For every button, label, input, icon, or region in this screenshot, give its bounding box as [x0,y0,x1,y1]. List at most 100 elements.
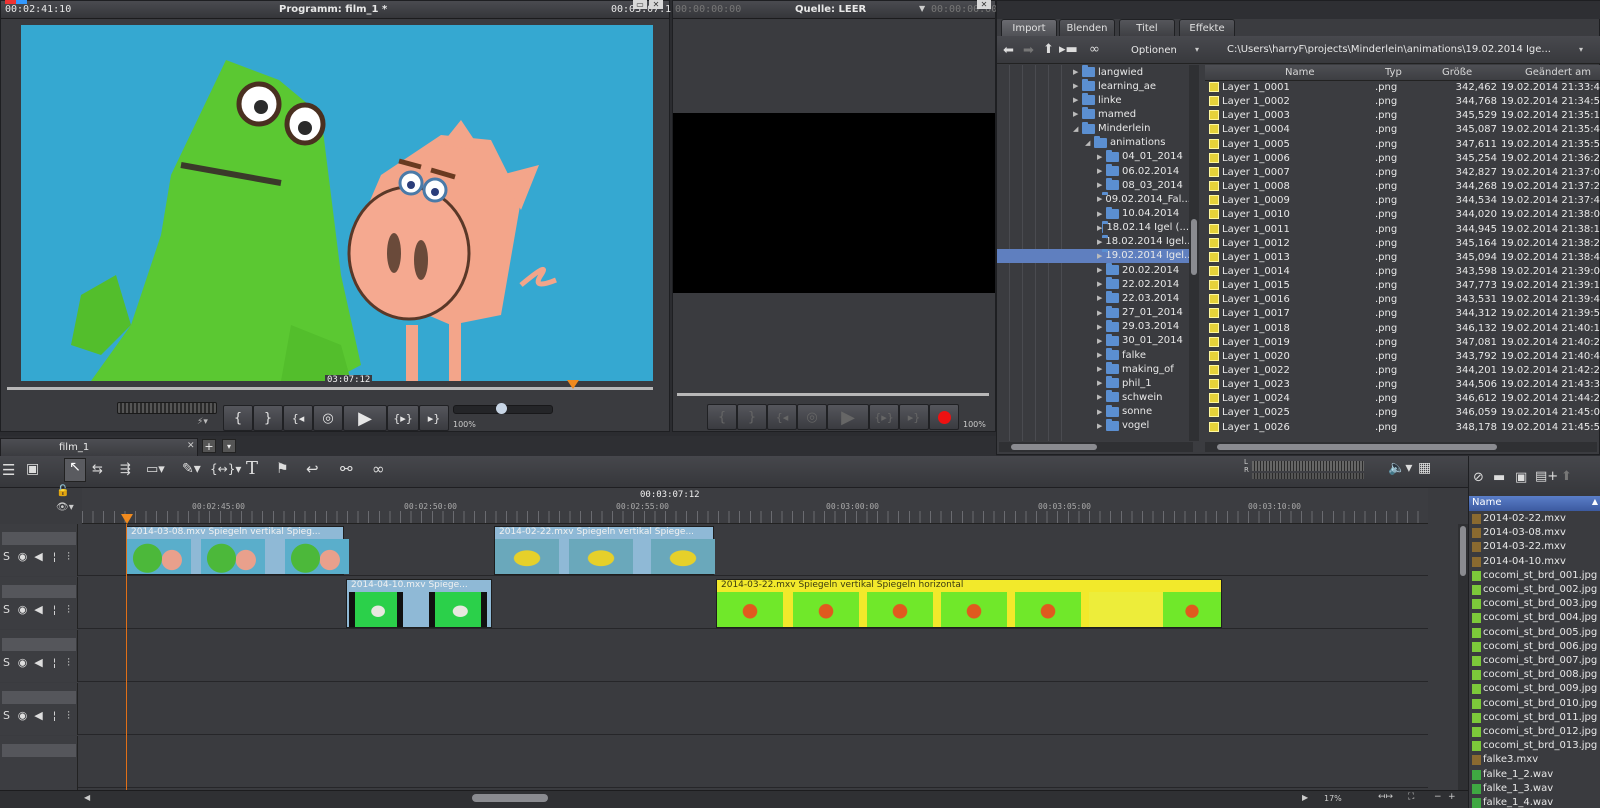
path-dropdown-icon[interactable]: ▾ [1579,45,1583,54]
folder-tree-item[interactable]: ▶ 04_01_2014 [997,149,1189,164]
bin-item[interactable]: 2014-03-08.mxv [1469,526,1600,540]
file-row[interactable]: Layer 1_0016 .png 343,531 19.02.2014 21:39:… [1205,293,1600,307]
go-to-in-button[interactable]: {◂ [283,405,313,431]
program-scrub-track[interactable] [7,387,653,390]
timeline-playhead-marker-icon[interactable] [121,514,133,524]
link-icon[interactable]: ⚯ [340,460,353,478]
set-in-button[interactable]: { [223,405,253,431]
mute-icon[interactable]: ◀ [32,550,45,563]
track-name-field[interactable] [2,744,76,757]
source-close-icon[interactable]: ✕ [977,0,991,9]
file-row[interactable]: Layer 1_0015 .png 347,773 19.02.2014 21:39:… [1205,279,1600,293]
add-tab-button[interactable]: + [202,439,216,453]
back-arrow-icon[interactable]: ⬅ [1003,43,1014,58]
track-options-icon[interactable]: ⫶ [62,709,75,722]
track-lock-icon[interactable]: ¦ [48,603,61,616]
bin-item[interactable]: 2014-02-22.mxv [1469,512,1600,526]
folder-tree-item[interactable]: ▶ 22.02.2014 [997,277,1189,291]
timeline-clip[interactable]: 2014-03-08.mxv Spiegeln vertikal Spieg..… [126,526,349,575]
track-lock-icon[interactable]: ¦ [48,656,61,669]
expand-arrow-icon[interactable]: ▶ [1097,393,1106,401]
source-zoom-label[interactable]: 100% [963,420,986,429]
folder-tree-item[interactable]: ▶ 10.04.2014 [997,206,1189,221]
expand-arrow-icon[interactable]: ▶ [1073,82,1082,90]
expand-arrow-icon[interactable]: ▶ [1097,181,1106,189]
bin-item[interactable]: cocomi_st_brd_001.jpg [1469,569,1600,583]
file-row[interactable]: Layer 1_0018 .png 346,132 19.02.2014 21:40:… [1205,322,1600,336]
lock-icon[interactable]: 🔓 [56,484,70,497]
timeline-ruler[interactable]: 00:03:07:12 00:02:45:00 00:02:50:00 00:02:… [82,488,1428,524]
text-tool-icon[interactable]: T [246,458,258,479]
file-row[interactable]: Layer 1_0023 .png 344,506 19.02.2014 21:43:… [1205,378,1600,392]
bin-item[interactable]: cocomi_st_brd_012.jpg [1469,725,1600,739]
expand-arrow-icon[interactable]: ▶ [1097,210,1106,218]
folder-tree-item[interactable]: ▶ learning_ae [997,79,1189,93]
track-name-field[interactable] [2,532,76,545]
tab-blenden[interactable]: Blenden [1059,19,1115,36]
folder-tree-item[interactable]: ▶ 30_01_2014 [997,333,1189,348]
folder-tree-item[interactable]: ▶ 18.02.2014 Igel... [997,234,1194,249]
tab-titel[interactable]: Titel [1119,19,1175,36]
tab-list-dropdown-icon[interactable]: ▾ [222,439,236,453]
marker-tool-icon[interactable]: ⚑ [276,461,289,477]
solo-icon[interactable]: S [0,709,13,722]
folder-tree-item[interactable]: ▶ 06.02.2014 [997,164,1189,178]
expand-arrow-icon[interactable]: ▶ [1097,323,1106,331]
file-row[interactable]: Layer 1_0013 .png 345,094 19.02.2014 21:38:… [1205,251,1600,265]
ripple-tool-icon[interactable]: ⇆ [92,462,103,477]
track-options-icon[interactable]: ⫶ [62,656,75,669]
project-bin-header[interactable]: Name ▲ [1469,496,1600,511]
folder-tree-item[interactable]: ▶ falke [997,348,1189,362]
folder-tree-item[interactable]: ▶ 09.02.2014_Fal... [997,192,1191,206]
expand-arrow-icon[interactable]: ▶ [1097,167,1106,175]
volume-icon[interactable]: 🔈▾ [1388,460,1412,476]
col-size[interactable]: Größe [1442,67,1472,78]
mute-icon[interactable]: ◀ [32,709,45,722]
source-scrub-track[interactable] [677,393,989,396]
timeline-zoom-label[interactable]: 17% [1324,794,1342,803]
mixer-icon[interactable]: ▣ [26,461,39,477]
zoom-full-icon[interactable]: ⛶ [1408,792,1414,802]
close-icon[interactable]: ✕ [649,0,663,9]
folder-tree-item[interactable]: ▶ 22.03.2014 [997,291,1189,305]
up-arrow-icon[interactable]: ⬆ [1561,469,1572,484]
bin-item[interactable]: falke_1_2.wav [1469,768,1600,782]
folder-tree-item[interactable]: ▶ 20.02.2014 [997,263,1189,277]
file-row[interactable]: Layer 1_0012 .png 345,164 19.02.2014 21:38:… [1205,237,1600,251]
timeline-track[interactable]: S ◉ ◀ ¦ ⫶ [0,683,1428,735]
loop-button[interactable]: ◎ [313,405,343,431]
col-modified[interactable]: Geändert am [1525,67,1591,78]
bin-item[interactable]: cocomi_st_brd_005.jpg [1469,626,1600,640]
open-folder-icon[interactable]: ▬ [1493,470,1505,485]
expand-arrow-icon[interactable]: ▶ [1097,337,1106,345]
bin-item[interactable]: cocomi_st_brd_006.jpg [1469,640,1600,654]
save-icon[interactable]: ▣ [1515,470,1527,485]
file-row[interactable]: Layer 1_0017 .png 344,312 19.02.2014 21:39:… [1205,307,1600,321]
file-row[interactable]: Layer 1_0014 .png 343,598 19.02.2014 21:39:… [1205,265,1600,279]
zoom-in-icon[interactable]: + [1448,792,1456,802]
minimize-icon[interactable]: ▭ [633,0,647,9]
bin-item[interactable]: 2014-03-22.mxv [1469,540,1600,554]
file-row[interactable]: Layer 1_0010 .png 344,020 19.02.2014 21:38:… [1205,208,1600,222]
track-options-icon[interactable]: ⫶ [62,603,75,616]
razor-tool-icon[interactable]: ✎▾ [182,461,201,477]
tab-effekte[interactable]: Effekte [1179,19,1235,36]
file-row[interactable]: Layer 1_0001 .png 342,462 19.02.2014 21:33:… [1205,81,1600,95]
play-button[interactable]: ▶ [343,405,387,431]
file-row[interactable]: Layer 1_0005 .png 347,611 19.02.2014 21:35:… [1205,138,1600,152]
file-h-scrollbar[interactable] [1205,442,1597,452]
visibility-icon[interactable]: ◉ [16,603,29,616]
visibility-icon[interactable]: ◉ [16,550,29,563]
folder-tree-item[interactable]: ▶ 27_01_2014 [997,305,1189,320]
program-zoom-label[interactable]: 100% [453,420,476,429]
program-zoom-slider-knob[interactable] [496,403,507,414]
folder-tree-item[interactable]: ▶ schwein [997,390,1189,404]
expand-arrow-icon[interactable]: ▶ [1097,294,1106,302]
tab-film-1[interactable]: film_1 ✕ [0,438,198,456]
folder-tree-item[interactable]: ◢ animations [997,135,1189,150]
file-row[interactable]: Layer 1_0026 .png 348,178 19.02.2014 21:45:… [1205,421,1600,435]
bin-item[interactable]: cocomi_st_brd_013.jpg [1469,739,1600,753]
expand-arrow-icon[interactable]: ▶ [1097,238,1102,246]
binoculars-icon[interactable]: ∞ [1089,42,1100,57]
solo-icon[interactable]: S [0,603,13,616]
